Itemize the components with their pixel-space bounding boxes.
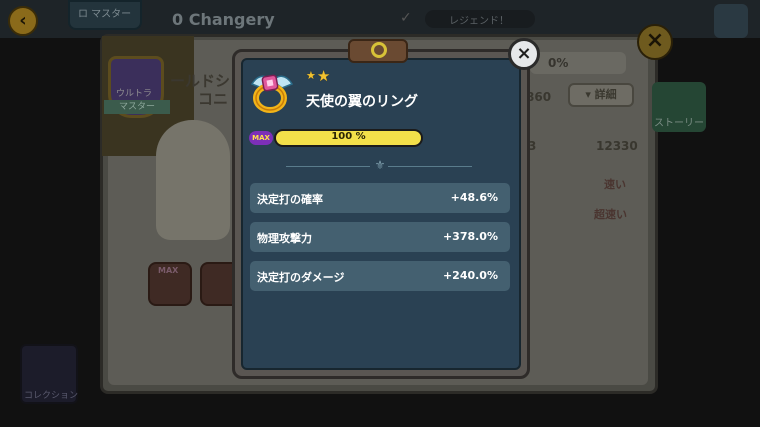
rank-label: ウルトラ <box>116 89 153 99</box>
close-button[interactable]: × <box>508 38 540 70</box>
treasure-name: 天使の翼のリング <box>306 94 418 110</box>
stat-row-physical-attack: 物理攻撃力 +378.0% <box>250 222 510 252</box>
stat-value: +240.0% <box>442 269 498 282</box>
story-label: ストーリー <box>654 118 704 129</box>
treasure-slot[interactable]: MAX <box>148 262 192 306</box>
stat-value: +378.0% <box>442 230 498 243</box>
game-screen: ‹ ロ マスター 0 Changery ✓ レジェンド！ ウルトラ マスター ー… <box>0 0 760 427</box>
star-icon: ★ <box>306 69 316 82</box>
stat-number: 12330 <box>596 139 638 153</box>
check-icon: ✓ <box>400 10 412 26</box>
detail-button[interactable]: ▾ 詳細 <box>568 83 634 107</box>
progress-box <box>530 52 626 74</box>
progress-text: 100 % <box>331 131 366 142</box>
fleur-de-lis-icon: ⚜ <box>374 158 386 172</box>
star-icon: ★ <box>316 67 331 85</box>
divider-line <box>286 166 370 167</box>
cookie-title: ールドシ コニ <box>170 72 230 108</box>
stat-row-critical-chance: 決定打の確率 +48.6% <box>250 183 510 213</box>
max-level-badge: MAX <box>249 131 273 145</box>
ornament-divider: ⚜ <box>286 158 472 172</box>
rank-sub-label: マスター <box>104 100 170 114</box>
panel-close-icon[interactable]: × <box>637 24 673 60</box>
stat-value: +48.6% <box>450 191 498 204</box>
cookie-name-header: 0 Changery <box>172 10 275 29</box>
progress-percent: 0% <box>548 56 569 70</box>
speed-label: 超速い <box>594 208 627 221</box>
cookie-title-line1: ールドシ <box>170 72 231 90</box>
ring-icon <box>371 42 387 58</box>
divider-line <box>388 166 472 167</box>
legend-chip: レジェンド！ <box>425 10 535 28</box>
stat-label: 決定打のダメージ <box>257 271 345 284</box>
cookie-title-line2: コニ <box>198 90 229 108</box>
top-rank-badge: ロ マスター <box>68 0 142 30</box>
rarity-stars: ★ ★ <box>306 67 331 85</box>
collection-label: コレクション <box>24 391 79 401</box>
speed-label: 速い <box>604 178 626 191</box>
stat-row-critical-damage: 決定打のダメージ +240.0% <box>250 261 510 291</box>
item-max-label: MAX <box>158 266 179 275</box>
cookie-portrait <box>156 120 230 240</box>
back-arrow-icon[interactable]: ‹ <box>8 6 38 36</box>
stat-label: 物理攻撃力 <box>257 232 312 245</box>
stat-label: 決定打の確率 <box>257 193 323 206</box>
shield-icon[interactable] <box>714 4 748 38</box>
winged-ring-icon <box>250 74 294 113</box>
